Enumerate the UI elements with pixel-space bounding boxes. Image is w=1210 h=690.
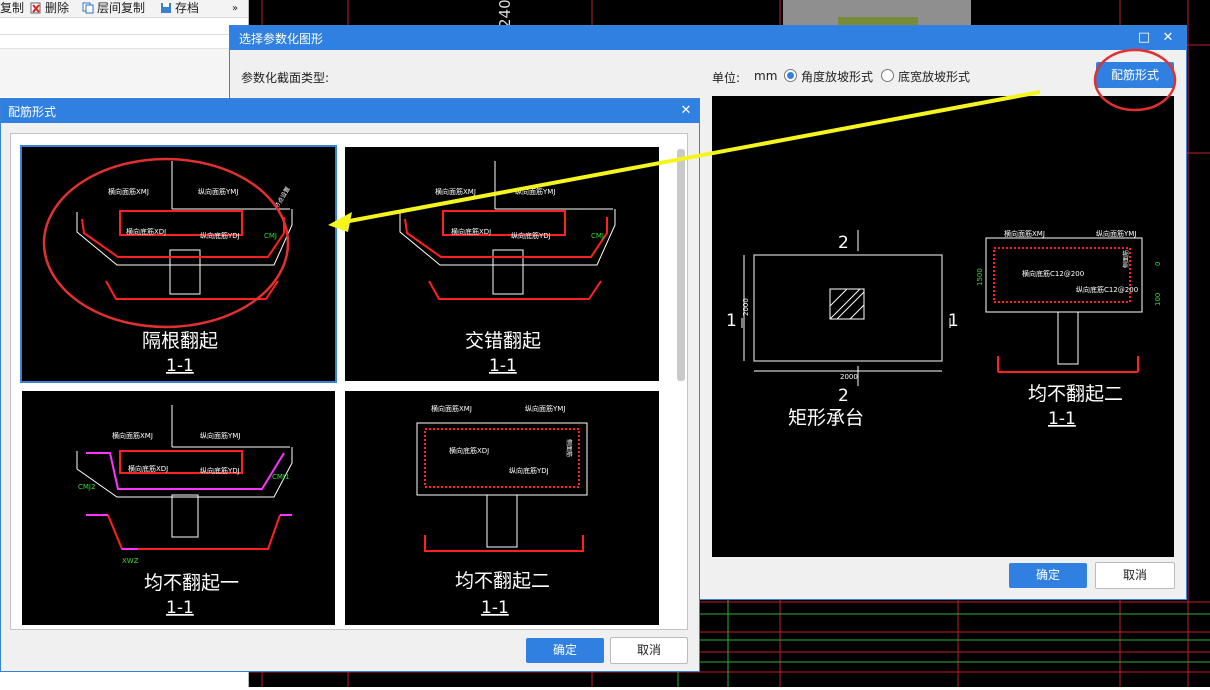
annotation-arrow-line — [343, 90, 1041, 224]
annotation-arrow-head — [328, 212, 352, 232]
annotation-overlay — [328, 48, 1177, 232]
annotation-button-circle — [1093, 48, 1177, 112]
